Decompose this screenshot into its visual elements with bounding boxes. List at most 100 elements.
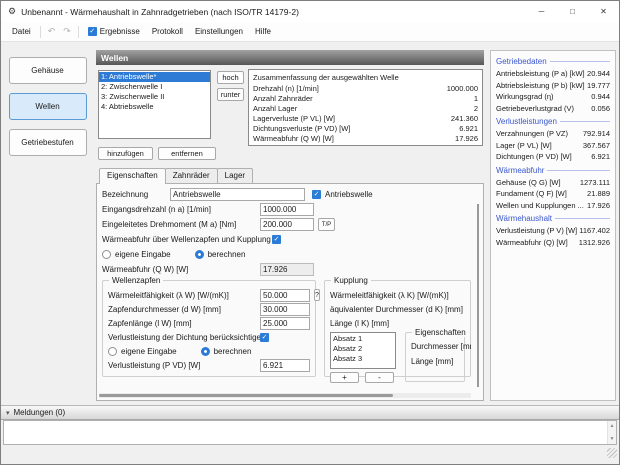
kupplung-leitfaehigkeit-label: Wärmeleitfähigkeit (λ K) [W/(mK)]: [330, 291, 449, 300]
drehmoment-input[interactable]: [260, 218, 314, 231]
messages-scrollbar[interactable]: ▲ ▼: [607, 421, 616, 444]
move-up-button[interactable]: hoch: [217, 71, 244, 84]
dichtung-checkbox[interactable]: ✓: [260, 333, 269, 342]
menu-einstellungen[interactable]: Einstellungen: [189, 25, 249, 38]
section-title-rule: [560, 121, 610, 122]
vertical-scrollbar[interactable]: [475, 202, 480, 389]
section-title-rule: [550, 61, 610, 62]
shaft-form: Bezeichnung ✓ Antriebswelle Eingangsdreh…: [102, 187, 471, 391]
menu-protokoll[interactable]: Protokoll: [146, 25, 189, 38]
sidebar-item-wellen[interactable]: Wellen: [9, 93, 87, 120]
prop-durchmesser-label: Durchmesser [mm]: [411, 342, 471, 351]
tab-page-eigenschaften: Bezeichnung ✓ Antriebswelle Eingangsdreh…: [96, 183, 484, 401]
result-value: 17.926: [587, 200, 610, 212]
torque-power-toggle-button[interactable]: T/P: [318, 218, 335, 231]
results-section-title: Verlustleistungen: [496, 115, 610, 128]
leitfaehigkeit-input[interactable]: [260, 289, 310, 302]
absatz-add-button[interactable]: +: [330, 372, 359, 383]
results-section-title: Getriebedaten: [496, 55, 610, 68]
sidebar-item-gehaeuse[interactable]: Gehäuse: [9, 57, 87, 84]
messages-list: ▲ ▼: [3, 420, 617, 445]
kupplung-group-title: Kupplung: [331, 276, 371, 285]
remove-shaft-button[interactable]: entfernen: [158, 147, 216, 160]
absatz-remove-button[interactable]: -: [365, 372, 394, 383]
result-value: 6.921: [591, 151, 610, 163]
undo-icon[interactable]: ↶: [44, 26, 60, 37]
result-value: 367.567: [583, 140, 610, 152]
result-row: Gehäuse (Q G) [W] 1273.111: [496, 177, 610, 189]
bezeichnung-label: Bezeichnung: [102, 190, 170, 199]
minimize-button[interactable]: ─: [526, 1, 557, 22]
form-row: Länge [mm]: [411, 354, 459, 369]
form-row: eigene Eingabe berechnen: [102, 247, 471, 262]
list-item[interactable]: Absatz 2: [333, 344, 393, 354]
list-item[interactable]: 2: Zwischenwelle I: [99, 82, 210, 92]
messages-expander[interactable]: ▾ Meldungen (0): [1, 405, 619, 420]
help-button[interactable]: ?: [314, 289, 320, 301]
waermeabfuhr-checkbox[interactable]: ✓: [272, 235, 281, 244]
summary-label: Dichtungsverluste (P VD) [W]: [253, 124, 350, 134]
horizontal-scrollbar[interactable]: [99, 393, 471, 398]
zapfenlaenge-input[interactable]: [260, 317, 310, 330]
window-title: Unbenannt - Wärmehaushalt in Zahnradgetr…: [21, 7, 526, 17]
form-row: Verlustleistung der Dichtung berücksicht…: [108, 330, 310, 344]
maximize-button[interactable]: □: [557, 1, 588, 22]
list-item[interactable]: 1: Antriebswelle*: [99, 72, 210, 82]
summary-label: Anzahl Lager: [253, 104, 297, 114]
waermeabfuhr-checkbox-label: Wärmeabfuhr über Wellenzapfen und Kupplu…: [102, 235, 272, 244]
absatz-buttons: + -: [330, 372, 396, 383]
radio-berechnen-dichtung[interactable]: [201, 347, 210, 356]
list-item[interactable]: 3: Zwischenwelle II: [99, 92, 210, 102]
list-item[interactable]: 4: Abtriebswelle: [99, 102, 210, 112]
horizontal-scrollbar-thumb[interactable]: [99, 394, 393, 397]
summary-row: Lagerverluste (P VL) [W] 241.360: [253, 114, 478, 124]
radio-berechnen-dichtung-label: berechnen: [214, 347, 252, 356]
tab-lager[interactable]: Lager: [217, 168, 253, 183]
redo-icon[interactable]: ↷: [59, 26, 75, 37]
form-row: Bezeichnung ✓ Antriebswelle: [102, 187, 471, 202]
scroll-up-icon[interactable]: ▲: [610, 423, 615, 429]
menu-ergebnisse-toggle[interactable]: ✓ Ergebnisse: [82, 25, 146, 38]
summary-title: Zusammenfassung der ausgewählten Welle: [253, 72, 478, 83]
zapfendurchmesser-input[interactable]: [260, 303, 310, 316]
summary-value: 1000.000: [447, 84, 478, 94]
radio-berechnen[interactable]: [195, 250, 204, 259]
form-row: Wärmeabfuhr über Wellenzapfen und Kupplu…: [102, 232, 471, 247]
tab-zahnraeder[interactable]: Zahnräder: [165, 168, 218, 183]
radio-eigene-eingabe-dichtung[interactable]: [108, 347, 117, 356]
menu-separator: [40, 26, 41, 38]
move-down-button[interactable]: runter: [217, 88, 244, 101]
form-row: Eingeleitetes Drehmoment (M a) [Nm] T/P: [102, 217, 471, 232]
result-label: Wellen und Kupplungen ...: [496, 200, 584, 212]
menu-datei[interactable]: Datei: [6, 25, 37, 38]
close-button[interactable]: ✕: [588, 1, 619, 22]
kupplung-bottom: Absatz 1 Absatz 2 Absatz 3 + -: [330, 332, 465, 383]
add-shaft-button[interactable]: hinzufügen: [98, 147, 153, 160]
tab-eigenschaften[interactable]: Eigenschaften: [99, 168, 166, 184]
result-value: 1312.926: [579, 237, 610, 249]
resize-grip-icon[interactable]: [607, 448, 617, 458]
list-item[interactable]: Absatz 1: [333, 334, 393, 344]
result-value: 21.889: [587, 188, 610, 200]
bezeichnung-input[interactable]: [170, 188, 305, 201]
pvd-input[interactable]: [260, 359, 310, 372]
section-title-rule: [547, 170, 610, 171]
vertical-scrollbar-thumb[interactable]: [477, 204, 479, 387]
list-item[interactable]: Absatz 3: [333, 354, 393, 364]
form-row: Wärmeabfuhr (Q W) [W]: [102, 262, 471, 277]
group-boxes: Wellenzapfen Wärmeleitfähigkeit (λ W) [W…: [102, 280, 471, 377]
summary-row: Drehzahl (n) [1/min] 1000.000: [253, 84, 478, 94]
menu-hilfe[interactable]: Hilfe: [249, 25, 277, 38]
result-value: 0.056: [591, 103, 610, 115]
summary-value: 17.926: [455, 134, 478, 144]
scroll-down-icon[interactable]: ▼: [610, 436, 615, 442]
antriebswelle-checkbox[interactable]: ✓: [312, 190, 321, 199]
kupplung-durchmesser-label: äquivalenter Durchmesser (d K) [mm]: [330, 305, 463, 314]
results-panel: Getriebedaten Antriebsleistung (P a) [kW…: [490, 50, 616, 401]
radio-eigene-eingabe[interactable]: [102, 250, 111, 259]
drehzahl-input[interactable]: [260, 203, 314, 216]
result-row: Verzahnungen (P VZ) 792.914: [496, 128, 610, 140]
sidebar-item-getriebestufen[interactable]: Getriebestufen: [9, 129, 87, 156]
app-icon: ⚙: [8, 6, 16, 17]
sidebar: Gehäuse Wellen Getriebestufen: [1, 42, 94, 403]
